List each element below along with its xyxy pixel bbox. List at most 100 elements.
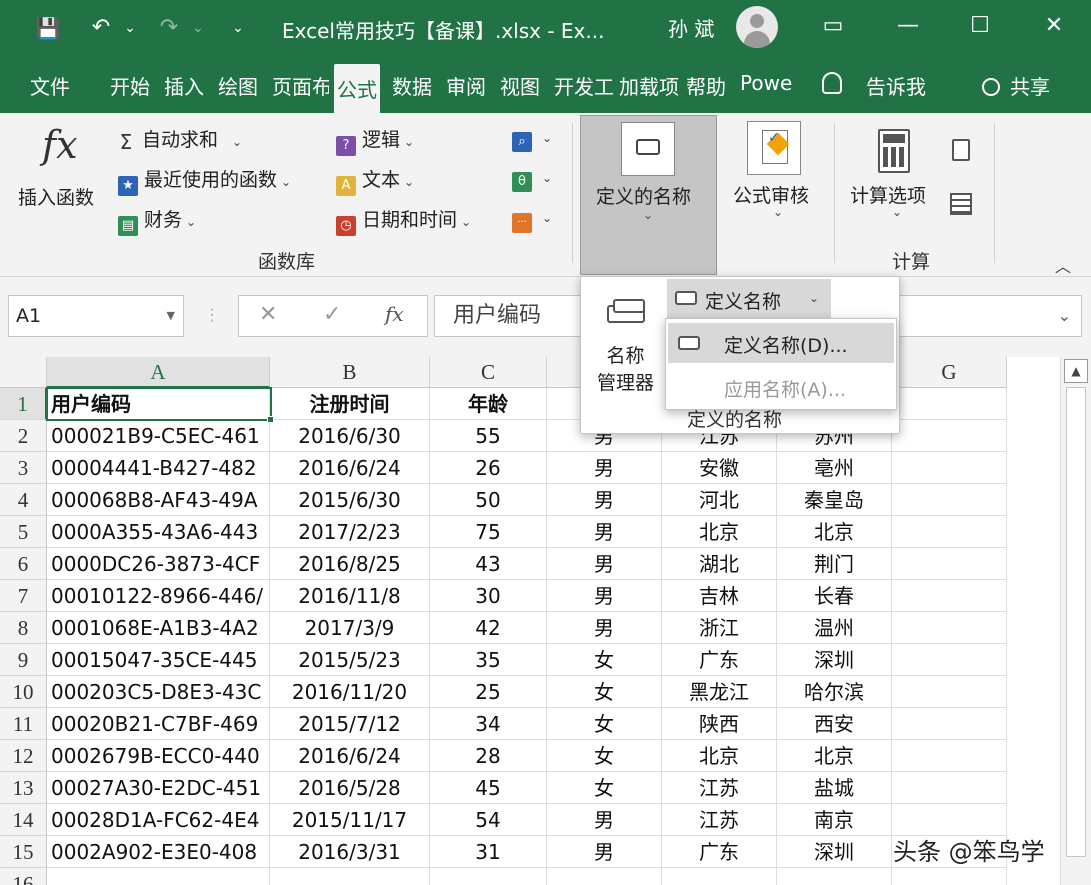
cell[interactable]: 年龄: [430, 388, 547, 420]
redo-dropdown-icon[interactable]: ⌄: [188, 14, 208, 42]
row-header[interactable]: 15: [0, 836, 47, 868]
column-header-G[interactable]: G: [892, 357, 1007, 388]
row-header[interactable]: 13: [0, 772, 47, 804]
cell[interactable]: 西安: [777, 708, 892, 740]
cell[interactable]: 男: [547, 548, 662, 580]
cell[interactable]: 35: [430, 644, 547, 676]
cell[interactable]: 0001068E-A1B3-4A2: [47, 612, 270, 644]
redo-icon[interactable]: ↷: [156, 14, 182, 42]
cell[interactable]: 男: [547, 452, 662, 484]
defined-names-button[interactable]: 定义的名称 ⌄: [580, 115, 717, 275]
cell[interactable]: 江苏: [662, 772, 777, 804]
cell[interactable]: 34: [430, 708, 547, 740]
tab-file[interactable]: 文件: [30, 71, 70, 100]
vertical-scrollbar[interactable]: ▲: [1060, 357, 1091, 885]
cell[interactable]: 2016/8/25: [270, 548, 430, 580]
row-header[interactable]: 16: [0, 868, 47, 885]
undo-icon[interactable]: ↶: [88, 14, 114, 42]
tell-me-search[interactable]: 告诉我: [866, 71, 926, 100]
row-header[interactable]: 11: [0, 708, 47, 740]
cell[interactable]: 31: [430, 836, 547, 868]
cell[interactable]: 00020B21-C7BF-469: [47, 708, 270, 740]
text-functions-button[interactable]: A 文本 ⌄: [336, 165, 414, 196]
tab-view[interactable]: 视图: [500, 71, 540, 100]
cell[interactable]: 湖北: [662, 548, 777, 580]
cell[interactable]: 男: [547, 516, 662, 548]
maximize-icon[interactable]: ☐: [962, 10, 998, 42]
cell[interactable]: 2015/5/23: [270, 644, 430, 676]
cell[interactable]: 50: [430, 484, 547, 516]
menu-item-apply-names[interactable]: 应用名称(A)...: [668, 367, 894, 407]
avatar[interactable]: [736, 6, 778, 48]
cell[interactable]: [892, 612, 1007, 644]
cell[interactable]: 42: [430, 612, 547, 644]
cell[interactable]: 深圳: [777, 644, 892, 676]
cell[interactable]: 0002A902-E3E0-408: [47, 836, 270, 868]
cell[interactable]: 25: [430, 676, 547, 708]
cell[interactable]: [547, 868, 662, 885]
tab-home[interactable]: 开始: [110, 71, 150, 100]
cell[interactable]: 广东: [662, 644, 777, 676]
cell[interactable]: [892, 868, 1007, 885]
cell[interactable]: [892, 676, 1007, 708]
close-icon[interactable]: ✕: [1036, 10, 1072, 42]
scroll-up-icon[interactable]: ▲: [1064, 359, 1088, 383]
cell[interactable]: 注册时间: [270, 388, 430, 420]
cell[interactable]: 45: [430, 772, 547, 804]
cell[interactable]: 黑龙江: [662, 676, 777, 708]
datetime-button[interactable]: ◷ 日期和时间 ⌄: [336, 205, 471, 236]
cell[interactable]: 2015/6/30: [270, 484, 430, 516]
more-functions-button[interactable]: ··· ⌄: [512, 205, 552, 233]
cell[interactable]: 0000DC26-3873-4CF: [47, 548, 270, 580]
cell[interactable]: 2016/5/28: [270, 772, 430, 804]
enter-icon[interactable]: ✓: [323, 302, 341, 327]
cell[interactable]: 安徽: [662, 452, 777, 484]
cell[interactable]: 盐城: [777, 772, 892, 804]
tab-power[interactable]: Powe: [740, 71, 798, 95]
autosum-button[interactable]: Σ 自动求和 ⌄: [116, 125, 242, 152]
tab-draw[interactable]: 绘图: [218, 71, 258, 100]
cell[interactable]: 江苏: [662, 804, 777, 836]
select-all-corner[interactable]: [0, 357, 47, 388]
tab-help[interactable]: 帮助: [686, 71, 726, 100]
undo-dropdown-icon[interactable]: ⌄: [120, 14, 140, 42]
row-header[interactable]: 10: [0, 676, 47, 708]
row-header[interactable]: 9: [0, 644, 47, 676]
cell[interactable]: 亳州: [777, 452, 892, 484]
formula-auditing-button[interactable]: ✓ 公式审核 ⌄: [733, 119, 823, 229]
cell[interactable]: [892, 484, 1007, 516]
cell[interactable]: 荆门: [777, 548, 892, 580]
define-name-split-button[interactable]: 定义名称 ⌄: [667, 279, 831, 319]
cell[interactable]: 男: [547, 836, 662, 868]
cell[interactable]: [892, 580, 1007, 612]
row-header[interactable]: 6: [0, 548, 47, 580]
cell[interactable]: 温州: [777, 612, 892, 644]
cell[interactable]: 陕西: [662, 708, 777, 740]
cell[interactable]: 哈尔滨: [777, 676, 892, 708]
cell[interactable]: [892, 452, 1007, 484]
cell[interactable]: 43: [430, 548, 547, 580]
calc-options-button[interactable]: 计算选项 ⌄: [850, 129, 942, 239]
calculate-now-icon[interactable]: [952, 139, 970, 161]
cell[interactable]: [892, 548, 1007, 580]
tab-formulas[interactable]: 公式: [334, 64, 380, 113]
cell[interactable]: [892, 644, 1007, 676]
cell[interactable]: 0000A355-43A6-443: [47, 516, 270, 548]
cell[interactable]: [892, 708, 1007, 740]
customize-toolbar-icon[interactable]: ⌄: [226, 14, 250, 42]
cell[interactable]: 2016/11/20: [270, 676, 430, 708]
math-trig-button[interactable]: θ ⌄: [512, 165, 552, 192]
cell[interactable]: 吉林: [662, 580, 777, 612]
row-header[interactable]: 2: [0, 420, 47, 452]
cell[interactable]: 000203C5-D8E3-43C: [47, 676, 270, 708]
cell[interactable]: [892, 388, 1007, 420]
cell[interactable]: 北京: [777, 516, 892, 548]
cell[interactable]: 2017/3/9: [270, 612, 430, 644]
cell[interactable]: 00015047-35CE-445: [47, 644, 270, 676]
cell[interactable]: 北京: [662, 516, 777, 548]
cell[interactable]: 2016/11/8: [270, 580, 430, 612]
cancel-icon[interactable]: ✕: [259, 302, 277, 327]
name-manager-button[interactable]: 名称 管理器: [597, 343, 654, 397]
insert-function-icon[interactable]: fx: [385, 302, 404, 326]
calculate-sheet-icon[interactable]: [950, 193, 972, 215]
